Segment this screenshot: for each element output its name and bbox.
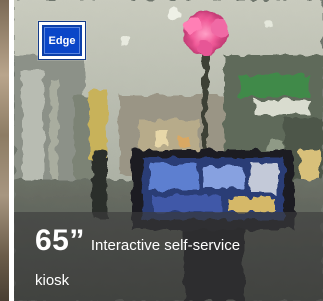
screen-size-label: 65” — [35, 224, 85, 257]
kiosk-photo-card[interactable]: Edge 65” Interactive self-service kiosk — [14, 0, 323, 301]
edge-logo-badge: Edge — [38, 21, 86, 60]
caption-title-line: 65” Interactive self-service — [35, 224, 240, 258]
product-description-continued: kiosk — [35, 272, 70, 289]
edge-logo-text: Edge — [44, 27, 80, 54]
product-description: Interactive self-service — [90, 237, 241, 254]
adjacent-photo-edge — [0, 0, 9, 301]
